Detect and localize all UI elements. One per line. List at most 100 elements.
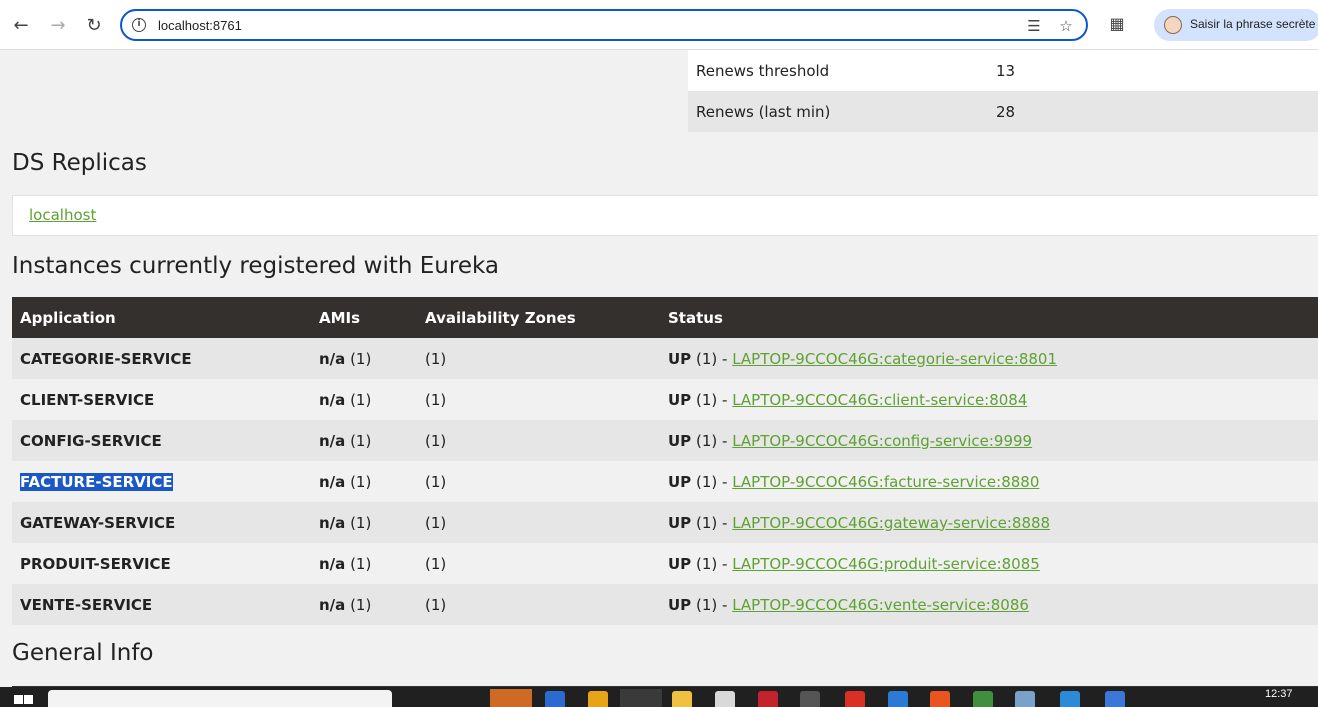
profile-button[interactable]: Saisir la phrase secrète	[1154, 9, 1318, 41]
avatar	[1164, 16, 1182, 34]
ami-value: n/a	[319, 472, 346, 491]
site-info-icon[interactable]: i	[132, 18, 146, 32]
instance-link[interactable]: LAPTOP-9CCOC46G:config-service:9999	[732, 432, 1032, 450]
taskbar-app-active[interactable]	[490, 689, 532, 707]
taskbar-app-chrome[interactable]	[620, 689, 662, 707]
column-header-status: Status	[660, 297, 1318, 338]
renews-last-min-value: 28	[996, 102, 1016, 121]
column-header-application: Application	[12, 297, 311, 338]
status-cell: UP (1) - LAPTOP-9CCOC46G:config-service:…	[660, 420, 1318, 461]
address-bar[interactable]: i localhost:8761 ☰ ☆	[120, 9, 1088, 41]
status-count: (1) -	[695, 390, 728, 409]
general-info-heading: General Info	[12, 640, 154, 666]
ami-count: (1)	[350, 554, 372, 573]
extensions-icon[interactable]: ▦	[1106, 14, 1128, 36]
ami-count: (1)	[350, 472, 372, 491]
table-row: Renews threshold 13	[688, 50, 1318, 91]
table-header-row: Application AMIs Availability Zones Stat…	[12, 297, 1318, 338]
application-cell: PRODUIT-SERVICE	[12, 543, 311, 584]
ami-count: (1)	[350, 390, 372, 409]
taskbar-clock: 12:37	[1265, 688, 1293, 700]
status-badge: UP	[668, 554, 692, 573]
terminal-icon[interactable]	[800, 691, 820, 707]
ami-value: n/a	[319, 595, 346, 614]
taskbar-app-icon[interactable]	[973, 691, 993, 707]
taskbar-app-icon[interactable]	[715, 691, 735, 707]
status-badge: UP	[668, 472, 692, 491]
application-name: CONFIG-SERVICE	[20, 431, 162, 450]
instance-link[interactable]: LAPTOP-9CCOC46G:client-service:8084	[732, 391, 1027, 409]
taskbar-app-icon[interactable]	[930, 691, 950, 707]
application-cell: CONFIG-SERVICE	[12, 420, 311, 461]
browser-toolbar: ← → ↻ i localhost:8761 ☰ ☆ ▦ Saisir la p…	[0, 0, 1318, 50]
table-row: CONFIG-SERVICE n/a (1) (1) UP (1) - LAPTOP-…	[12, 420, 1318, 461]
taskbar-search-box[interactable]	[48, 690, 392, 707]
status-cell: UP (1) - LAPTOP-9CCOC46G:facture-service…	[660, 461, 1318, 502]
status-count: (1) -	[695, 554, 728, 573]
ami-value: n/a	[319, 431, 346, 450]
application-cell: VENTE-SERVICE	[12, 584, 311, 625]
renews-threshold-value: 13	[996, 61, 1016, 80]
page-content: Renews threshold 13 Renews (last min) 28…	[0, 50, 1318, 687]
amis-cell: n/a (1)	[311, 338, 417, 379]
application-cell: FACTURE-SERVICE	[12, 461, 311, 502]
taskbar-app-icon[interactable]	[845, 691, 865, 707]
zones-cell: (1)	[417, 543, 660, 584]
amis-cell: n/a (1)	[311, 379, 417, 420]
application-cell: GATEWAY-SERVICE	[12, 502, 311, 543]
status-badge: UP	[668, 595, 692, 614]
taskbar-app-icon[interactable]	[1105, 691, 1125, 707]
table-row: PRODUIT-SERVICE n/a (1) (1) UP (1) - LAPTOP…	[12, 543, 1318, 584]
instance-link[interactable]: LAPTOP-9CCOC46G:gateway-service:8888	[732, 514, 1050, 532]
instances-heading: Instances currently registered with Eure…	[12, 253, 499, 279]
table-row: CATEGORIE-SERVICE n/a (1) (1) UP (1) - LAPT…	[12, 338, 1318, 379]
status-cell: UP (1) - LAPTOP-9CCOC46G:vente-service:8…	[660, 584, 1318, 625]
taskbar: 12:37	[0, 687, 1318, 707]
zones-cell: (1)	[417, 420, 660, 461]
renews-table: Renews threshold 13 Renews (last min) 28	[688, 50, 1318, 132]
instance-link[interactable]: LAPTOP-9CCOC46G:categorie-service:8801	[732, 350, 1057, 368]
application-cell: CATEGORIE-SERVICE	[12, 338, 311, 379]
taskbar-app-icon[interactable]	[545, 691, 565, 707]
application-name: GATEWAY-SERVICE	[20, 513, 176, 532]
forward-arrow-icon[interactable]: →	[45, 12, 71, 38]
taskbar-app-icon[interactable]	[1060, 691, 1080, 707]
taskbar-app-icon[interactable]	[588, 691, 608, 707]
taskbar-app-icon[interactable]	[1015, 691, 1035, 707]
ami-value: n/a	[319, 513, 346, 532]
ami-value: n/a	[319, 390, 346, 409]
reload-icon[interactable]: ↻	[81, 12, 107, 38]
taskbar-app-icon[interactable]	[758, 691, 778, 707]
address-bar-url[interactable]: localhost:8761	[158, 18, 242, 33]
profile-label: Saisir la phrase secrète	[1190, 17, 1316, 31]
status-cell: UP (1) - LAPTOP-9CCOC46G:gateway-service…	[660, 502, 1318, 543]
application-cell: CLIENT-SERVICE	[12, 379, 311, 420]
status-cell: UP (1) - LAPTOP-9CCOC46G:client-service:…	[660, 379, 1318, 420]
status-count: (1) -	[695, 472, 728, 491]
vscode-icon[interactable]	[888, 691, 908, 707]
back-arrow-icon[interactable]: ←	[8, 12, 34, 38]
status-badge: UP	[668, 431, 692, 450]
zones-cell: (1)	[417, 461, 660, 502]
status-count: (1) -	[695, 431, 728, 450]
amis-cell: n/a (1)	[311, 543, 417, 584]
translate-icon[interactable]: ☰	[1024, 16, 1044, 36]
status-count: (1) -	[695, 349, 728, 368]
instance-link[interactable]: LAPTOP-9CCOC46G:produit-service:8085	[732, 555, 1040, 573]
folder-icon[interactable]	[672, 691, 692, 707]
table-row: VENTE-SERVICE n/a (1) (1) UP (1) - LAPTOP-9…	[12, 584, 1318, 625]
bookmark-star-icon[interactable]: ☆	[1056, 16, 1076, 36]
instance-link[interactable]: LAPTOP-9CCOC46G:vente-service:8086	[732, 596, 1029, 614]
zones-cell: (1)	[417, 584, 660, 625]
table-row: CLIENT-SERVICE n/a (1) (1) UP (1) - LAPTOP-…	[12, 379, 1318, 420]
amis-cell: n/a (1)	[311, 584, 417, 625]
application-name: FACTURE-SERVICE	[20, 472, 173, 491]
zones-cell: (1)	[417, 338, 660, 379]
status-badge: UP	[668, 349, 692, 368]
instance-link[interactable]: LAPTOP-9CCOC46G:facture-service:8880	[732, 473, 1039, 491]
amis-cell: n/a (1)	[311, 420, 417, 461]
windows-start-icon[interactable]	[14, 695, 34, 707]
replica-link-localhost[interactable]: localhost	[29, 206, 96, 224]
amis-cell: n/a (1)	[311, 461, 417, 502]
table-row: FACTURE-SERVICE n/a (1) (1) UP (1) - LAPTOP…	[12, 461, 1318, 502]
